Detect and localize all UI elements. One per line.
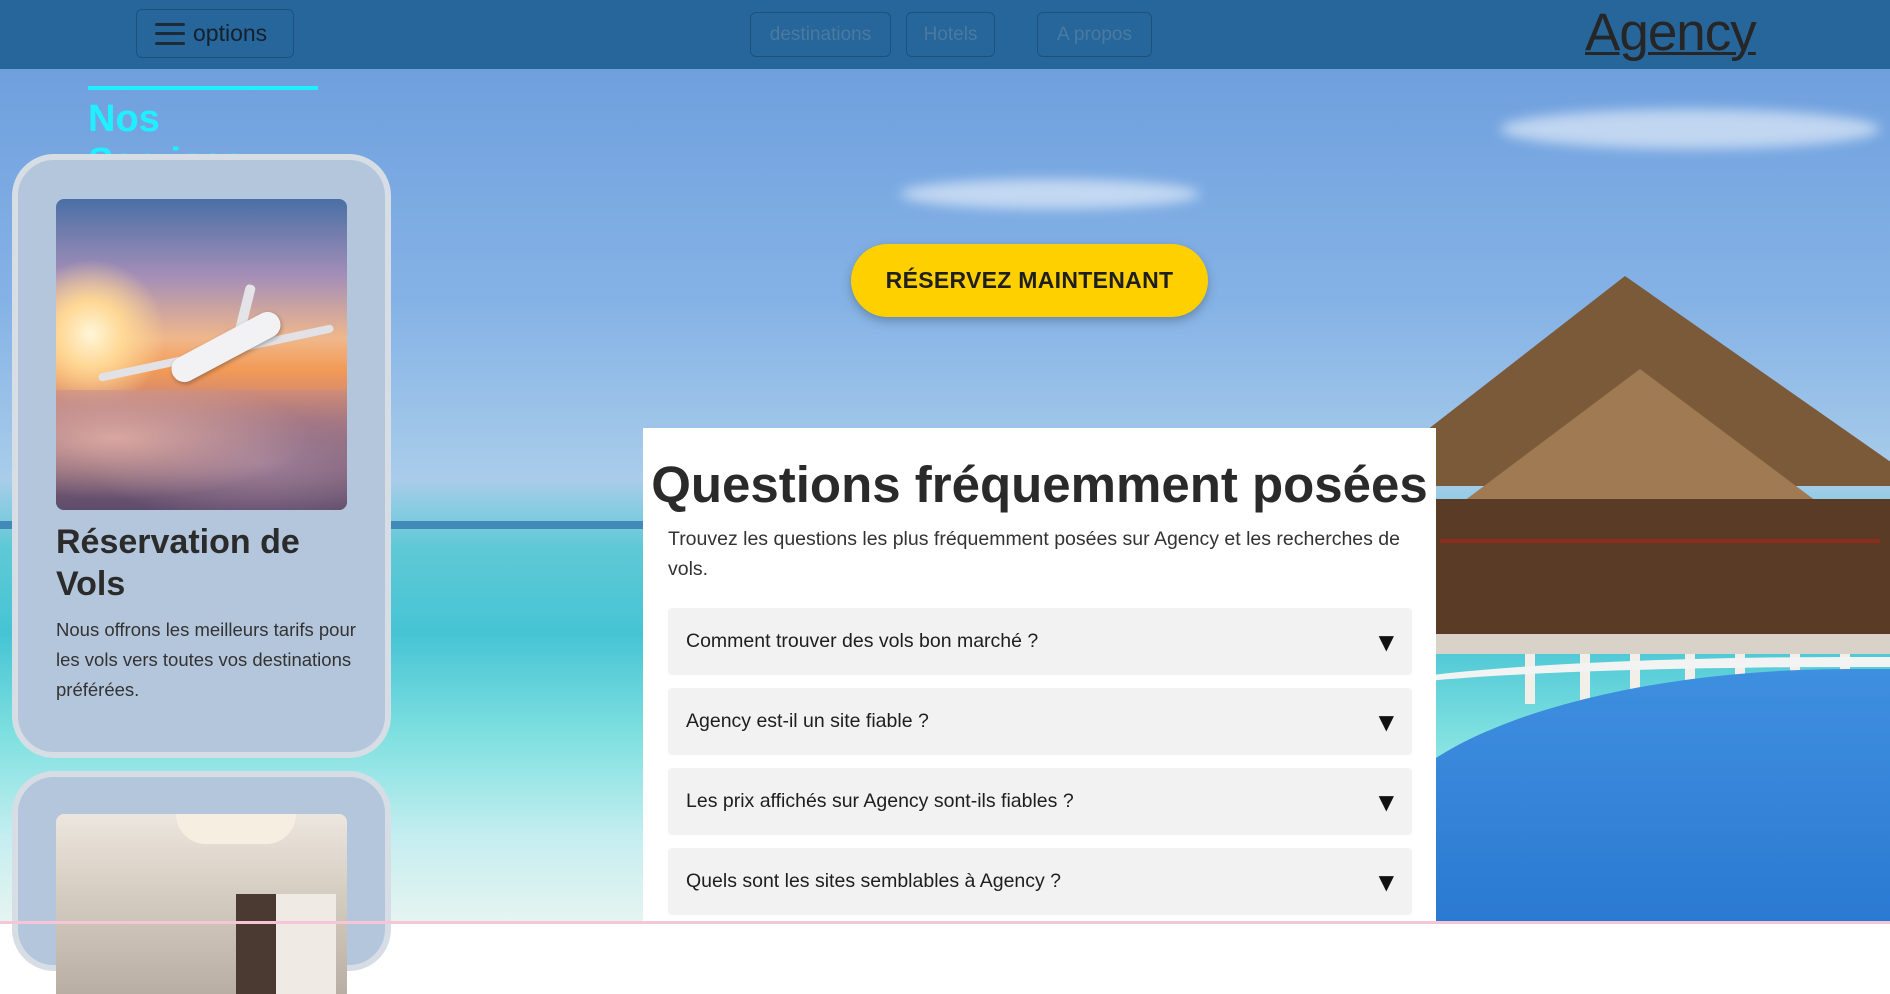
faq-question: Agency est-il un site fiable ? (686, 710, 929, 732)
nav-link-a-propos[interactable]: A propos (1037, 12, 1152, 57)
sun (56, 259, 166, 409)
faq-item[interactable]: Quels sont les sites semblables à Agency… (668, 848, 1412, 915)
faq-item[interactable]: Comment trouver des vols bon marché ? ▼ (668, 608, 1412, 675)
airplane-sunset-image (56, 199, 347, 510)
faq-item[interactable]: Les prix affichés sur Agency sont-ils fi… (668, 768, 1412, 835)
nav-link-hotels[interactable]: Hotels (906, 12, 995, 57)
beach-hut-floor (1420, 634, 1890, 654)
cloud (1500, 109, 1880, 149)
cloud (900, 179, 1200, 209)
faq-question: Comment trouver des vols bon marché ? (686, 630, 1039, 652)
options-label: options (193, 20, 268, 46)
infinity-pool (1370, 669, 1890, 924)
options-menu-button[interactable]: options (136, 9, 294, 58)
ceiling-lamp (176, 814, 296, 844)
clouds (56, 390, 347, 510)
caret-down-icon: ▼ (1378, 789, 1394, 814)
beach-hut-rail (1440, 539, 1880, 543)
beach-hut-gable (1440, 369, 1840, 519)
faq-question: Les prix affichés sur Agency sont-ils fi… (686, 790, 1074, 812)
nav-link-destinations[interactable]: destinations (750, 12, 891, 57)
service-card-flights[interactable]: Réservation de Vols Nous offrons les mei… (12, 154, 391, 758)
hotel-room-image (56, 814, 347, 994)
faq-question: Quels sont les sites semblables à Agency… (686, 870, 1062, 892)
top-navbar: options destinations Hotels A propos Age… (0, 0, 1890, 69)
service-card-description: Nous offrons les meilleurs tarifs pour l… (56, 619, 356, 700)
faq-section: Questions fréquemment posées Trouvez les… (643, 428, 1436, 924)
caret-down-icon: ▼ (1378, 869, 1394, 894)
agency-logo[interactable]: Agency (1585, 2, 1757, 63)
faq-title: Questions fréquemment posées (651, 456, 1428, 513)
hamburger-icon (155, 22, 185, 45)
faq-item[interactable]: Agency est-il un site fiable ? ▼ (668, 688, 1412, 755)
service-card-title: Réservation de Vols (56, 523, 300, 603)
book-now-button[interactable]: RÉSERVEZ MAINTENANT (851, 244, 1208, 317)
curtain-sheer (276, 894, 336, 994)
caret-down-icon: ▼ (1378, 709, 1394, 734)
airplane-icon (166, 307, 286, 387)
curtain (236, 894, 276, 994)
faq-subtitle: Trouvez les questions les plus fréquemme… (668, 528, 1400, 580)
caret-down-icon: ▼ (1378, 629, 1394, 654)
beach-hut-body (1430, 499, 1890, 649)
service-card-hotels[interactable] (12, 771, 391, 994)
